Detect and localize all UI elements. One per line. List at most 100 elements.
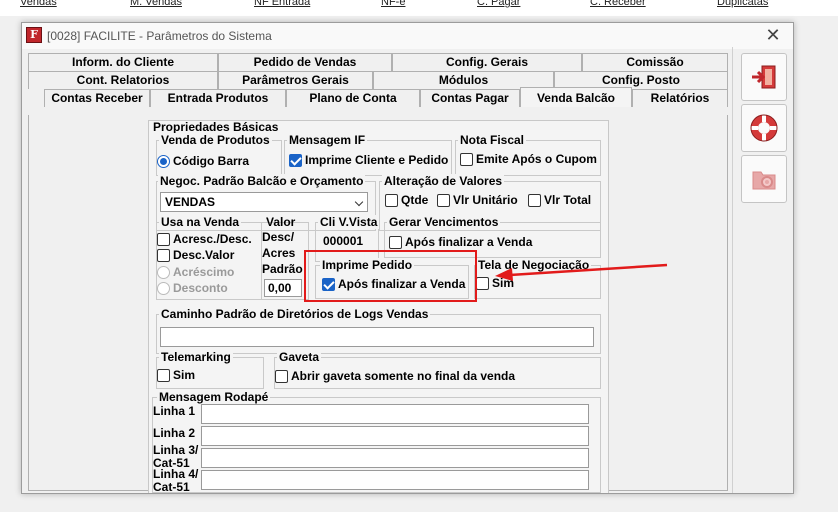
radio-dot xyxy=(157,265,170,279)
radio-codigo-barra-label: Código Barra xyxy=(173,154,250,168)
bg-menu-m-vendas[interactable]: M. Vendas xyxy=(130,0,182,8)
title-bar[interactable]: F [0028] FACILITE - Parâmetros do Sistem… xyxy=(22,23,793,49)
checkbox-gerar-vencimentos[interactable]: Após finalizar a Venda xyxy=(389,235,532,249)
tab-parametros-gerais[interactable]: Parâmetros Gerais xyxy=(218,71,373,89)
checkbox-qtde-label: Qtde xyxy=(401,193,429,207)
group-caminho-logs: Caminho Padrão de Diretórios de Logs Ven… xyxy=(156,307,601,354)
group-valor-desc: Valor Desc/ Acres Padrão 0,00 xyxy=(261,215,309,300)
checkbox-telemarketing-sim[interactable]: Sim xyxy=(157,368,195,382)
checkbox-box xyxy=(385,193,398,207)
checkbox-box xyxy=(528,193,541,207)
nota-fiscal-label: Nota Fiscal xyxy=(458,133,527,147)
tab-cont-relatorios[interactable]: Cont. Relatorios xyxy=(28,71,218,89)
checkbox-box xyxy=(157,248,170,262)
tab-inform-cliente[interactable]: Inform. do Cliente xyxy=(28,53,218,71)
linha-2-input[interactable] xyxy=(201,426,589,446)
checkbox-gerar-vencimentos-label: Após finalizar a Venda xyxy=(405,235,533,249)
bg-menu-c-receber[interactable]: C. Receber xyxy=(590,0,646,8)
tab-config-gerais[interactable]: Config. Gerais xyxy=(392,53,582,71)
telemarketing-label: Telemarking xyxy=(159,350,233,364)
exit-button[interactable] xyxy=(741,53,787,101)
checkbox-box xyxy=(389,235,402,249)
checkbox-imprime-cliente-pedido[interactable]: Imprime Cliente e Pedido xyxy=(289,153,448,167)
exit-icon xyxy=(752,65,776,89)
checkbox-vlr-unitario-label: Vlr Unitário xyxy=(453,193,518,207)
tab-venda-balcao[interactable]: Venda Balcão xyxy=(520,87,632,107)
tab-comissao[interactable]: Comissão xyxy=(582,53,728,71)
bg-menu-nf-entrada[interactable]: NF Entrada xyxy=(254,0,310,8)
radio-desconto: Desconto xyxy=(157,281,228,295)
chevron-down-icon xyxy=(354,197,364,207)
checkbox-box xyxy=(437,193,450,207)
valor-desc-input[interactable]: 0,00 xyxy=(264,279,302,297)
checkbox-acresc-desc[interactable]: Acresc./Desc. xyxy=(157,232,252,246)
tab-pedido-vendas[interactable]: Pedido de Vendas xyxy=(218,53,392,71)
checkbox-abrir-gaveta[interactable]: Abrir gaveta somente no final da venda xyxy=(275,369,515,383)
linha-1-label: Linha 1 xyxy=(153,404,196,418)
group-usa-na-venda: Usa na Venda Acresc./Desc. Desc.Valor Ac… xyxy=(156,215,262,300)
help-button[interactable] xyxy=(741,104,787,152)
checkbox-vlr-total-label: Vlr Total xyxy=(544,193,592,207)
checkbox-desc-valor-label: Desc.Valor xyxy=(173,248,235,262)
valor-desc-label-4: Padrão xyxy=(262,262,303,276)
checkbox-telemarketing-sim-label: Sim xyxy=(173,368,196,382)
checkbox-emite-apos-cupom[interactable]: Emite Após o Cupom xyxy=(460,152,597,166)
venda-produtos-label: Venda de Produtos xyxy=(159,133,272,147)
checkbox-vlr-unitario[interactable]: Vlr Unitário xyxy=(437,193,518,207)
checkbox-abrir-gaveta-label: Abrir gaveta somente no final da venda xyxy=(291,369,516,383)
linha-1-input[interactable] xyxy=(201,404,589,424)
checkbox-box xyxy=(289,153,302,167)
radio-codigo-barra[interactable]: Código Barra xyxy=(157,154,249,168)
mensagem-rodape-label: Mensagem Rodapé xyxy=(157,390,271,404)
tab-contas-pagar[interactable]: Contas Pagar xyxy=(420,89,520,107)
checkbox-vlr-total[interactable]: Vlr Total xyxy=(528,193,591,207)
radio-dot xyxy=(157,281,170,295)
negoc-select[interactable]: VENDAS xyxy=(160,192,368,212)
linha-3-input[interactable] xyxy=(201,448,589,468)
radio-dot xyxy=(157,154,170,168)
settings-button[interactable] xyxy=(741,155,787,203)
valor-desc-label-3: Acres xyxy=(262,246,296,260)
background-menu-bar: Vendas M. Vendas NF Entrada NF-e C. Paga… xyxy=(0,0,838,16)
window-title: [0028] FACILITE - Parâmetros do Sistema xyxy=(47,29,272,43)
tab-relatorios[interactable]: Relatórios xyxy=(632,89,728,107)
group-mensagem-rodape: Mensagem Rodapé Linha 1 Linha 2 Linha 3/… xyxy=(152,390,601,493)
negoc-selected-value: VENDAS xyxy=(165,195,216,209)
group-nota-fiscal: Nota Fiscal Emite Após o Cupom xyxy=(455,133,601,176)
alteracao-valores-label: Alteração de Valores xyxy=(382,174,505,188)
tab-entrada-produtos[interactable]: Entrada Produtos xyxy=(150,89,286,107)
linha-4-input[interactable] xyxy=(201,470,589,490)
propriedades-basicas-title: Propriedades Básicas xyxy=(153,120,279,134)
caminho-logs-input[interactable] xyxy=(160,327,594,347)
negoc-label: Negoc. Padrão Balcão e Orçamento xyxy=(158,174,366,188)
help-lifebuoy-icon xyxy=(750,114,778,142)
group-mensagem-if: Mensagem IF Imprime Cliente e Pedido xyxy=(284,133,452,176)
valor-desc-label-2: Desc/ xyxy=(262,230,295,244)
tab-contas-receber[interactable]: Contas Receber xyxy=(44,89,150,107)
group-venda-produtos: Venda de Produtos Código Barra xyxy=(156,133,282,176)
checkbox-emite-apos-cupom-label: Emite Após o Cupom xyxy=(476,152,597,166)
gerar-vencimentos-label: Gerar Vencimentos xyxy=(387,215,501,229)
app-icon: F xyxy=(26,27,42,43)
annotation-arrow-icon xyxy=(495,263,668,281)
checkbox-box xyxy=(275,369,288,383)
bg-menu-vendas[interactable]: Vendas xyxy=(20,0,57,8)
settings-icon xyxy=(752,171,776,190)
bg-menu-duplicatas[interactable]: Duplicatas xyxy=(717,0,768,8)
checkbox-qtde[interactable]: Qtde xyxy=(385,193,428,207)
bg-menu-c-pagar[interactable]: C. Pagar xyxy=(477,0,520,8)
checkbox-box xyxy=(157,368,170,382)
annotation-highlight-box xyxy=(304,250,477,302)
mensagem-if-label: Mensagem IF xyxy=(287,133,368,147)
bg-menu-nfe[interactable]: NF-e xyxy=(381,0,405,8)
group-telemarketing: Telemarking Sim xyxy=(156,350,264,389)
checkbox-box xyxy=(460,152,473,166)
venda-balcao-content: Propriedades Básicas Venda de Produtos C… xyxy=(148,120,609,493)
gaveta-label: Gaveta xyxy=(277,350,322,364)
checkbox-desc-valor[interactable]: Desc.Valor xyxy=(157,248,234,262)
checkbox-imprime-cliente-pedido-label: Imprime Cliente e Pedido xyxy=(305,153,449,167)
close-icon[interactable]: ✕ xyxy=(761,25,785,45)
cli-vista-input[interactable]: 000001 xyxy=(320,233,372,251)
tab-plano-conta[interactable]: Plano de Conta xyxy=(286,89,420,107)
caminho-logs-label: Caminho Padrão de Diretórios de Logs Ven… xyxy=(159,307,431,321)
